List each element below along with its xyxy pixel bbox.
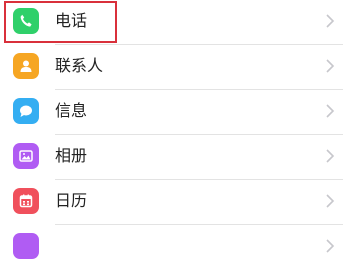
- settings-item-phone[interactable]: 电话: [0, 0, 343, 45]
- phone-icon: [13, 8, 39, 34]
- chevron-right-icon: [326, 239, 335, 253]
- chevron-right-icon: [326, 104, 335, 118]
- message-icon: [13, 98, 39, 124]
- settings-item-label: 日历: [55, 191, 88, 210]
- chevron-right-icon: [326, 14, 335, 28]
- chevron-right-icon: [326, 194, 335, 208]
- settings-item-label: 相册: [55, 146, 88, 165]
- contacts-icon: [13, 53, 39, 79]
- partial-icon: [13, 233, 39, 259]
- settings-item-messages[interactable]: 信息: [0, 90, 343, 135]
- settings-item-photos[interactable]: 相册: [0, 135, 343, 180]
- settings-list: 电话 联系人 信息 相册 日历: [0, 0, 343, 270]
- settings-item-contacts[interactable]: 联系人: [0, 45, 343, 90]
- chevron-right-icon: [326, 149, 335, 163]
- chevron-right-icon: [326, 59, 335, 73]
- settings-item-label: 信息: [55, 101, 88, 120]
- settings-item-calendar[interactable]: 日历: [0, 180, 343, 225]
- settings-item-label: 电话: [55, 11, 88, 30]
- settings-item-partial[interactable]: [0, 225, 343, 270]
- settings-item-label: 联系人: [55, 56, 104, 75]
- calendar-icon: [13, 188, 39, 214]
- photos-icon: [13, 143, 39, 169]
